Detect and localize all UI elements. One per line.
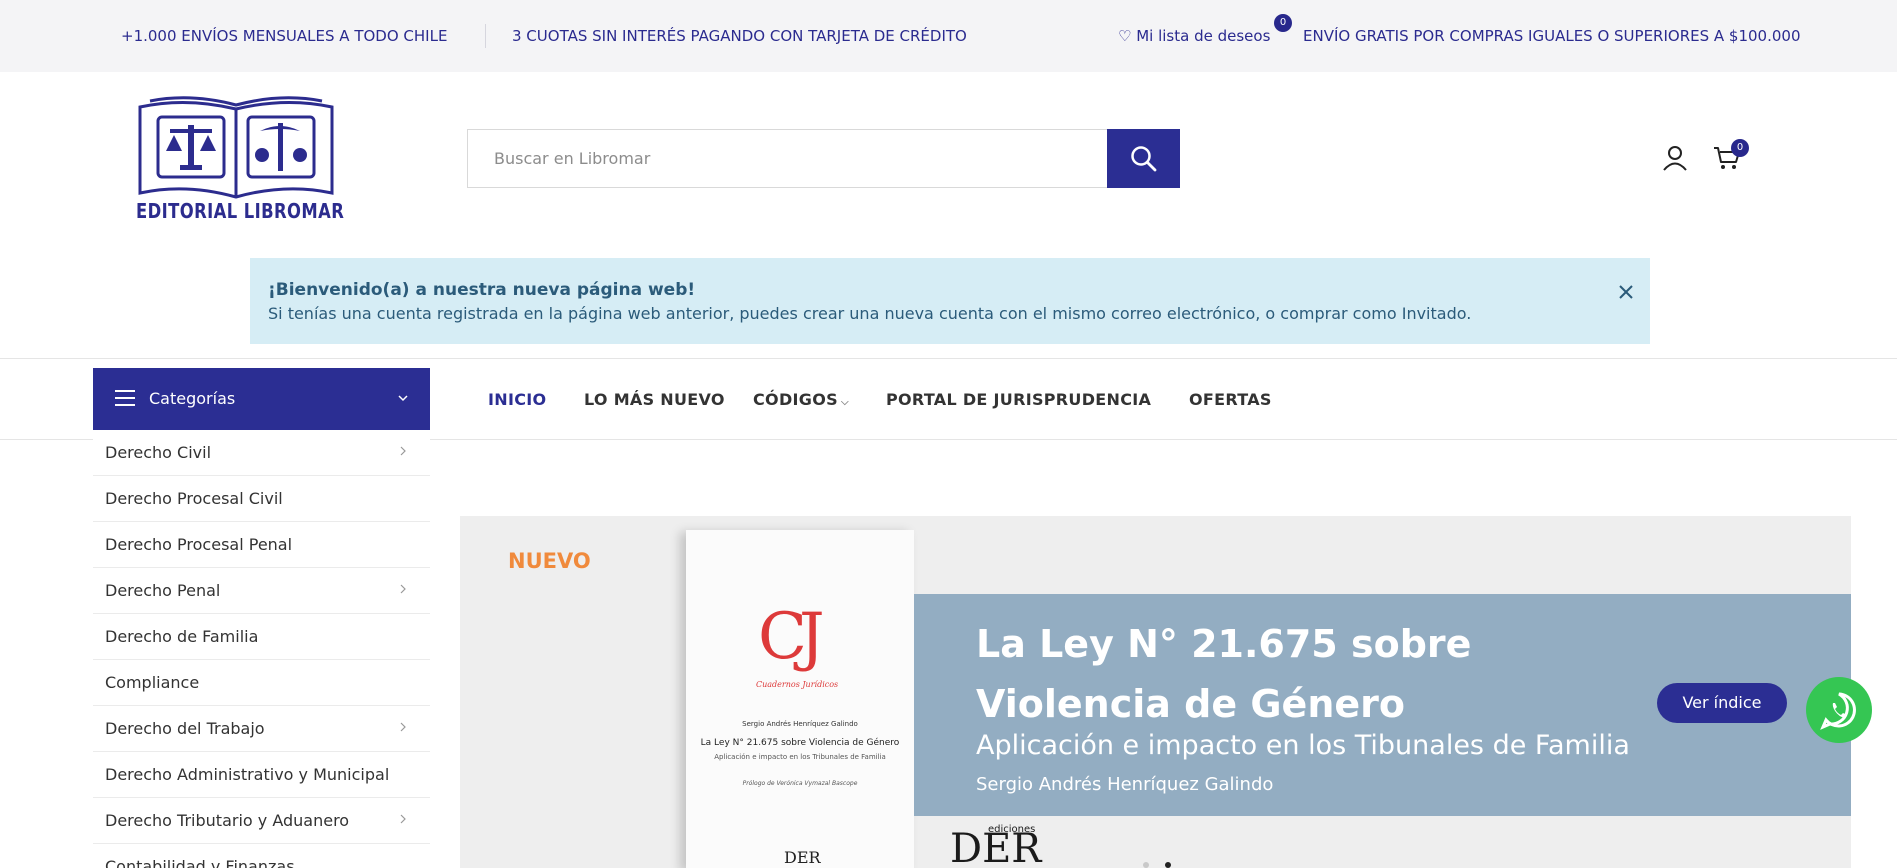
sidebar-item-label: Derecho Penal xyxy=(105,581,221,600)
menu-icon xyxy=(115,390,135,406)
banner-headline-line1: La Ley N° 21.675 sobre xyxy=(976,622,1472,666)
categories-label: Categorías xyxy=(149,389,236,408)
banner-headline: La Ley N° 21.675 sobre Violencia de Géne… xyxy=(976,614,1471,734)
ver-indice-button[interactable]: Ver índice xyxy=(1657,683,1787,723)
sidebar-item-derecho-civil[interactable]: Derecho Civil xyxy=(93,430,430,476)
banner-subheadline: Aplicación e impacto en los Tibunales de… xyxy=(976,730,1630,761)
chevron-right-icon xyxy=(400,584,406,594)
nav-codigos-label: CÓDIGOS xyxy=(753,390,838,409)
new-badge: NUEVO xyxy=(508,549,591,573)
hero-banner[interactable]: NUEVO CJ Cuadernos Jurídicos Sergio Andr… xyxy=(460,516,1851,868)
sidebar-item-label: Derecho de Familia xyxy=(105,627,259,646)
sidebar-item-derecho-penal[interactable]: Derecho Penal xyxy=(93,568,430,614)
free-shipping-info: ENVÍO GRATIS POR COMPRAS IGUALES O SUPER… xyxy=(1303,27,1801,45)
cart-count-badge: 0 xyxy=(1731,139,1749,157)
book-subtitle: Aplicación e impacto en los Tribunales d… xyxy=(714,753,886,761)
sidebar-item-derecho-administrativo[interactable]: Derecho Administrativo y Municipal xyxy=(93,752,430,798)
categories-sidebar: Derecho Civil Derecho Procesal Civil Der… xyxy=(93,430,430,868)
logo-wordmark: EDITORIAL LIBROMAR xyxy=(136,199,345,223)
sidebar-item-compliance[interactable]: Compliance xyxy=(93,660,430,706)
book-title: La Ley N° 21.675 sobre Violencia de Géne… xyxy=(700,738,900,748)
nav-ofertas[interactable]: OFERTAS xyxy=(1189,390,1272,409)
chevron-down-icon: ⌵ xyxy=(840,397,849,408)
notice-title: ¡Bienvenido(a) a nuestra nueva página we… xyxy=(268,280,696,300)
whatsapp-button[interactable] xyxy=(1806,677,1872,743)
banner-headline-line2: Violencia de Género xyxy=(976,682,1405,726)
sidebar-item-derecho-de-familia[interactable]: Derecho de Familia xyxy=(93,614,430,660)
sidebar-item-label: Derecho Civil xyxy=(105,443,212,462)
carousel-dot[interactable] xyxy=(1143,862,1149,868)
chevron-right-icon xyxy=(400,722,406,732)
chevron-down-icon xyxy=(398,395,408,402)
carousel-dot-active[interactable] xyxy=(1165,862,1171,868)
sidebar-item-contabilidad[interactable]: Contabilidad y Finanzas xyxy=(93,844,430,868)
sidebar-item-derecho-procesal-penal[interactable]: Derecho Procesal Penal xyxy=(93,522,430,568)
chevron-right-icon xyxy=(400,446,406,456)
notice-body: Si tenías una cuenta registrada en la pá… xyxy=(268,304,1472,323)
book-publisher: DER xyxy=(784,848,821,867)
categories-dropdown-button[interactable]: Categorías xyxy=(93,368,430,430)
user-icon[interactable] xyxy=(1662,145,1688,171)
book-prologue: Prólogo de Verónica Vymazal Bascope xyxy=(742,780,858,787)
nav-portal-jurisprudencia[interactable]: PORTAL DE JURISPRUDENCIA xyxy=(886,390,1151,409)
sidebar-item-label: Derecho del Trabajo xyxy=(105,719,265,738)
publisher-small-label: ediciones xyxy=(988,824,1036,835)
shipping-info: +1.000 ENVÍOS MENSUALES A TODO CHILE xyxy=(121,27,448,45)
publisher-logo: ediciones DER xyxy=(950,824,1041,868)
search-icon xyxy=(1130,145,1156,171)
sidebar-item-derecho-tributario[interactable]: Derecho Tributario y Aduanero xyxy=(93,798,430,844)
book-series: Cuadernos Jurídicos xyxy=(756,680,839,689)
sidebar-item-derecho-procesal-civil[interactable]: Derecho Procesal Civil xyxy=(93,476,430,522)
top-info-bar: +1.000 ENVÍOS MENSUALES A TODO CHILE 3 C… xyxy=(0,0,1897,72)
sidebar-item-label: Contabilidad y Finanzas xyxy=(105,857,295,868)
chevron-right-icon xyxy=(400,814,406,824)
search-button[interactable] xyxy=(1107,129,1180,188)
sidebar-item-label: Derecho Tributario y Aduanero xyxy=(105,811,350,830)
wishlist-link[interactable]: ♡ Mi lista de deseos xyxy=(1118,27,1270,45)
whatsapp-icon xyxy=(1820,692,1856,730)
wishlist-count-badge: 0 xyxy=(1274,14,1292,32)
sidebar-item-label: Derecho Administrativo y Municipal xyxy=(105,765,390,784)
nav-codigos[interactable]: CÓDIGOS ⌵ xyxy=(753,390,849,409)
nav-lo-mas-nuevo[interactable]: LO MÁS NUEVO xyxy=(584,390,725,409)
sidebar-item-label: Derecho Procesal Penal xyxy=(105,535,293,554)
sidebar-item-label: Compliance xyxy=(105,673,200,692)
nav-inicio[interactable]: INICIO xyxy=(488,390,546,409)
notice-close-button[interactable] xyxy=(1612,278,1640,306)
banner-author: Sergio Andrés Henríquez Galindo xyxy=(976,774,1274,795)
book-cover: CJ Cuadernos Jurídicos Sergio Andrés Hen… xyxy=(686,530,914,868)
book-author: Sergio Andrés Henríquez Galindo xyxy=(742,720,858,728)
sidebar-item-label: Derecho Procesal Civil xyxy=(105,489,283,508)
divider xyxy=(485,24,486,48)
installments-info: 3 CUOTAS SIN INTERÉS PAGANDO CON TARJETA… xyxy=(512,27,967,45)
cj-logo: CJ xyxy=(758,600,825,674)
sidebar-item-derecho-del-trabajo[interactable]: Derecho del Trabajo xyxy=(93,706,430,752)
close-icon xyxy=(1619,285,1633,299)
welcome-notice: ¡Bienvenido(a) a nuestra nueva página we… xyxy=(250,258,1650,344)
search-input[interactable]: Buscar en Libromar xyxy=(467,129,1107,188)
